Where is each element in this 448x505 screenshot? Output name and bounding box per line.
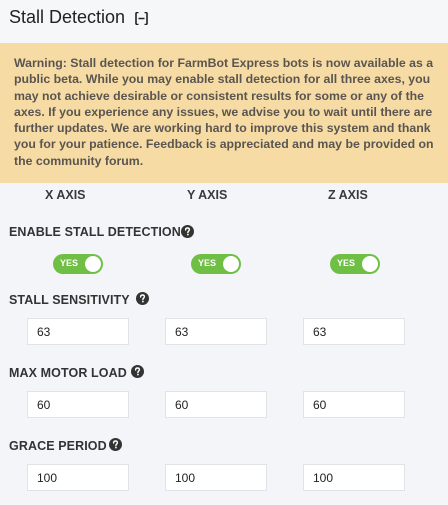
section-title: Stall Detection bbox=[9, 7, 126, 27]
x-axis-max-motor-load-input[interactable] bbox=[27, 391, 129, 418]
y-axis-header: Y AXIS bbox=[187, 188, 228, 202]
question-circle-icon[interactable] bbox=[181, 225, 194, 238]
question-circle-icon[interactable] bbox=[109, 438, 122, 451]
z-axis-header: Z AXIS bbox=[328, 188, 368, 202]
toggle-label: YES bbox=[337, 258, 356, 268]
toggle-label: YES bbox=[60, 258, 79, 268]
collapse-icon[interactable] bbox=[135, 12, 148, 25]
x-axis-grace-period-input[interactable] bbox=[27, 464, 129, 491]
toggle-knob bbox=[85, 256, 101, 272]
toggle-knob bbox=[223, 256, 239, 272]
question-circle-icon[interactable] bbox=[136, 292, 149, 305]
x-axis-stall-detection-toggle[interactable]: YES bbox=[53, 254, 103, 274]
grace-period-label: GRACE PERIOD bbox=[9, 439, 107, 453]
beta-warning-notice: Warning: Stall detection for FarmBot Exp… bbox=[0, 43, 448, 183]
y-axis-stall-sensitivity-input[interactable] bbox=[165, 318, 267, 345]
y-axis-stall-detection-toggle[interactable]: YES bbox=[191, 254, 241, 274]
toggle-label: YES bbox=[198, 258, 217, 268]
z-axis-stall-detection-toggle[interactable]: YES bbox=[330, 254, 380, 274]
z-axis-stall-sensitivity-input[interactable] bbox=[303, 318, 405, 345]
y-axis-grace-period-input[interactable] bbox=[165, 464, 267, 491]
stall-sensitivity-label: STALL SENSITIVITY bbox=[9, 293, 130, 307]
question-circle-icon[interactable] bbox=[131, 365, 144, 378]
z-axis-grace-period-input[interactable] bbox=[303, 464, 405, 491]
x-axis-header: X AXIS bbox=[45, 188, 86, 202]
y-axis-max-motor-load-input[interactable] bbox=[165, 391, 267, 418]
x-axis-stall-sensitivity-input[interactable] bbox=[27, 318, 129, 345]
z-axis-max-motor-load-input[interactable] bbox=[303, 391, 405, 418]
enable-stall-detection-label: ENABLE STALL DETECTION bbox=[9, 225, 181, 239]
max-motor-load-label: MAX MOTOR LOAD bbox=[9, 366, 127, 380]
section-header[interactable]: Stall Detection bbox=[0, 0, 448, 42]
toggle-knob bbox=[362, 256, 378, 272]
